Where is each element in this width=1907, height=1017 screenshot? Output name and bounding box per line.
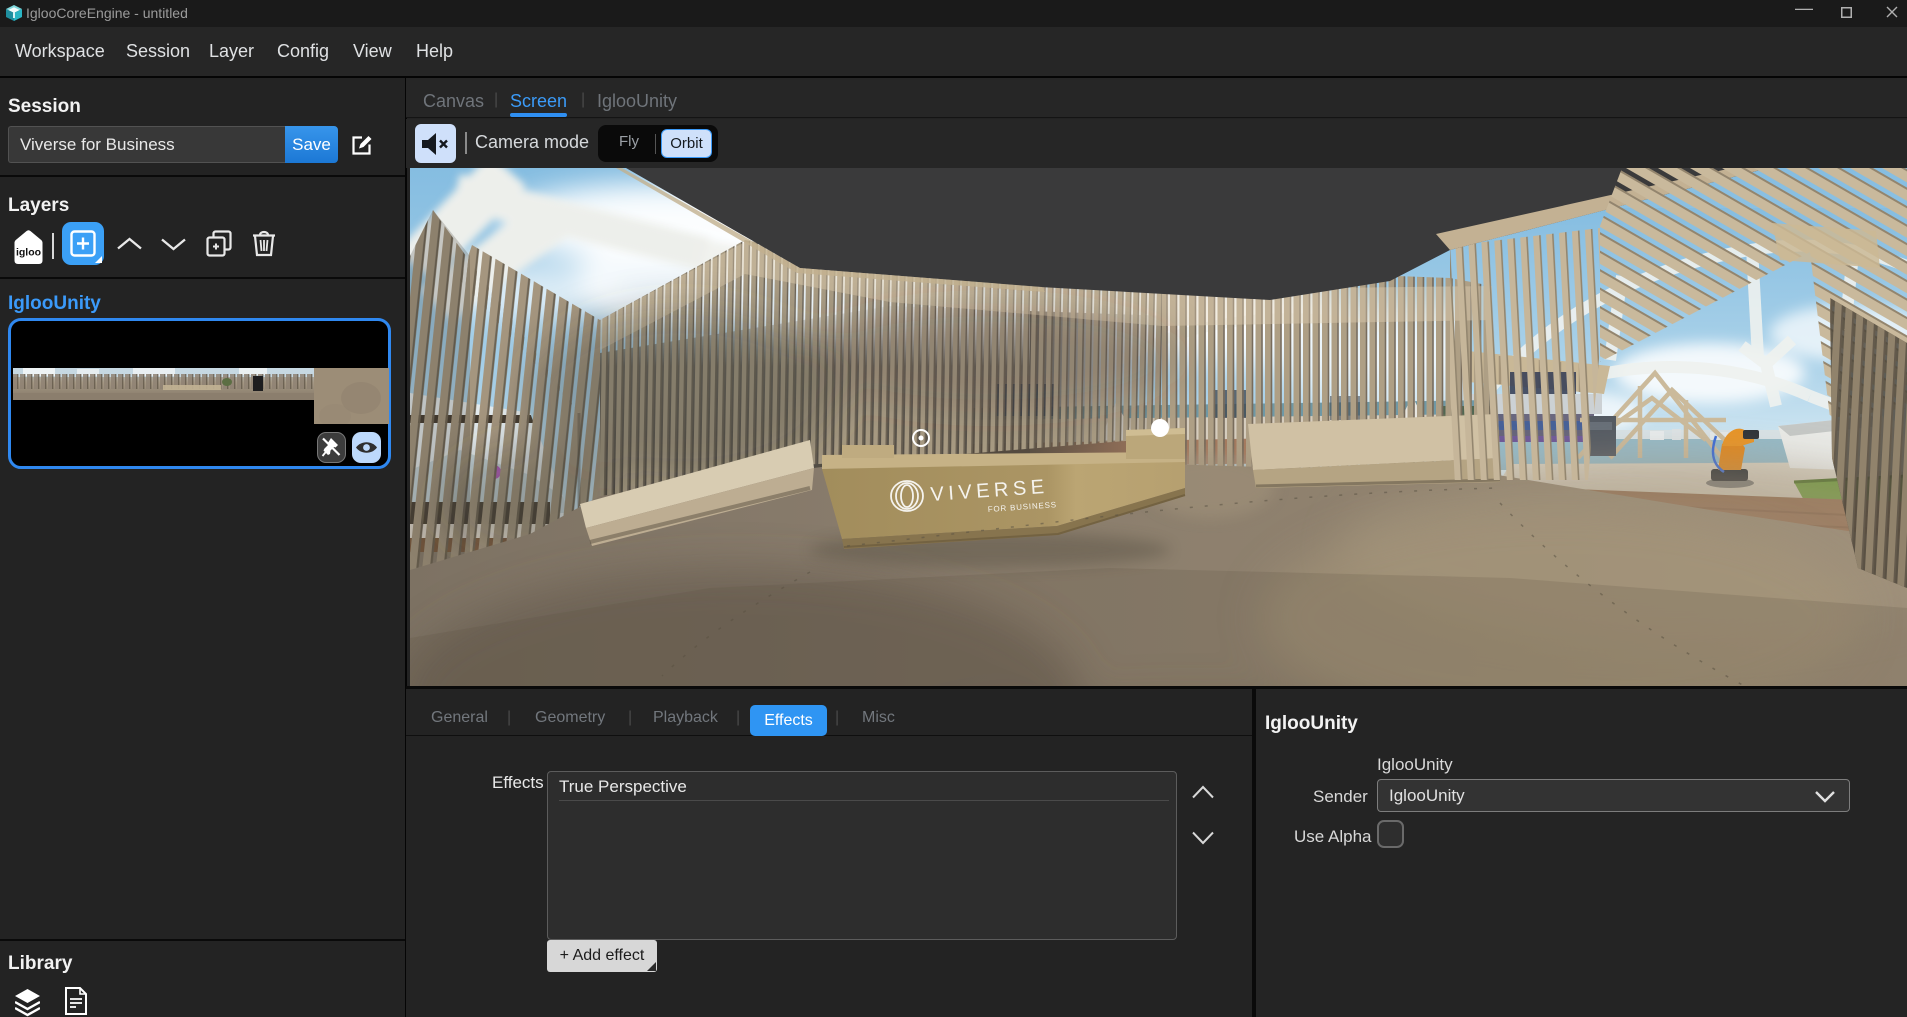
svg-text:igloo: igloo <box>16 247 41 259</box>
